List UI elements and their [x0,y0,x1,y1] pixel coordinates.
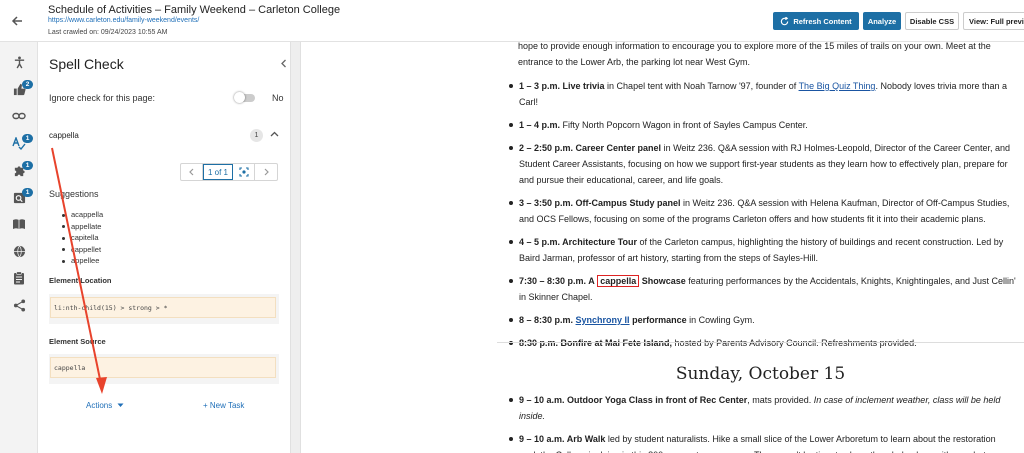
list-item: 8 – 8:30 p.m. Synchrony II performance i… [506,312,1016,328]
ignore-check-label: Ignore check for this page: [49,93,156,103]
globe-icon [13,245,25,257]
clipboard-icon [14,271,24,285]
accessibility-icon [14,55,24,68]
ignore-check-value: No [272,93,284,103]
list-item: 1 – 3 p.m. Live trivia in Chapel tent wi… [506,78,1016,110]
rail-item-accessibility[interactable] [0,50,38,74]
view-mode-select[interactable]: View: Full previ [963,12,1024,30]
rail-item-policies[interactable]: 1 [0,185,38,209]
caret-down-icon [117,403,124,407]
chevron-up-icon[interactable] [270,129,279,139]
spell-check-panel: Spell Check Ignore check for this page: … [38,42,290,453]
rail-item-quality[interactable]: 2 [0,77,38,101]
page-preview: hope to provide enough information to en… [301,42,1024,453]
rail-item-readability[interactable] [0,212,38,236]
saturday-schedule-list: 1 – 3 p.m. Live trivia in Chapel tent wi… [506,78,1016,358]
suggestion-item[interactable]: appellee [60,255,103,267]
app-window: Schedule of Activities – Family Weekend … [0,0,1024,453]
suggestion-item[interactable]: cappellet [60,244,103,256]
rail-item-tasks[interactable] [0,266,38,290]
actions-dropdown-button[interactable]: Actions [86,401,124,410]
new-task-button[interactable]: + New Task [203,401,244,410]
list-item: 1 – 4 p.m. Fifty North Popcorn Wagon in … [506,117,1016,133]
book-icon [13,219,25,229]
big-quiz-thing-link[interactable]: The Big Quiz Thing [799,81,876,91]
occurrence-position: 1 of 1 [203,164,233,180]
rail-badge: 1 [22,188,33,197]
refresh-content-button[interactable]: Refresh Content [773,12,859,30]
rail-badge: 1 [22,134,33,143]
share-icon [13,298,25,312]
toggle-knob [234,92,245,103]
collapse-panel-button[interactable] [276,56,290,70]
last-crawled-text: Last crawled on: 09/24/2023 10:55 AM [48,29,168,36]
locate-occurrence-button[interactable] [233,164,255,180]
arrow-left-icon [11,16,22,26]
suggestions-list: acappella appellate capitella cappellet … [60,209,103,267]
element-source-label: Element Source [49,337,106,346]
list-item: 7:30 – 8:30 p.m. A cappella Showcase fea… [506,273,1016,305]
element-location-label: Element Location [49,276,112,285]
element-source-code: cappella [50,357,276,378]
rail-badge: 1 [22,161,33,170]
target-icon [238,167,249,177]
rail-item-web[interactable] [0,239,38,263]
actions-label: Actions [86,401,113,410]
list-item: 9 – 10 a.m. Arb Walk led by student natu… [506,431,1016,453]
suggestion-item[interactable]: acappella [60,209,103,221]
suggestions-heading: Suggestions [49,189,99,199]
page-title: Schedule of Activities – Family Weekend … [48,4,341,16]
list-item: 3 – 3:50 p.m. Off-Campus Study panel in … [506,195,1016,227]
misspelled-word: cappella [49,131,79,140]
section-divider [497,342,1024,343]
back-button[interactable] [6,10,28,32]
analyze-button[interactable]: Analyze [863,12,901,30]
top-bar: Schedule of Activities – Family Weekend … [0,0,1024,42]
sunday-schedule-list: 9 – 10 a.m. Outdoor Yoga Class in front … [506,392,1016,453]
chevron-right-icon [264,168,269,176]
rail-item-share[interactable] [0,293,38,317]
list-item: 9 – 10 a.m. Outdoor Yoga Class in front … [506,392,1016,424]
misspelled-word-row[interactable]: cappella 1 [38,124,290,148]
list-item: 8:30 p.m. Bonfire at Mai Fete Island, ho… [506,335,1016,351]
chevron-left-icon [280,59,286,67]
disable-css-button[interactable]: Disable CSS [905,12,959,30]
link-icon [12,112,26,120]
page-url-link[interactable]: https://www.carleton.edu/family-weekend/… [48,17,199,24]
list-item: 4 – 5 p.m. Architecture Tour of the Carl… [506,234,1016,266]
rail-badge: 2 [22,80,33,89]
occurrence-count-badge: 1 [250,129,263,142]
rail-item-extensions[interactable]: 1 [0,158,38,182]
intro-paragraph: hope to provide enough information to en… [518,42,991,67]
synchrony-link[interactable]: Synchrony II [576,315,630,325]
list-item: 2 – 2:50 p.m. Career Center panel in Wei… [506,140,1016,188]
ignore-check-toggle[interactable] [234,92,255,103]
element-location-code: li:nth-child(15) > strong > * [50,297,276,318]
day-heading: Sunday, October 15 [675,364,846,384]
previous-occurrence-button[interactable] [181,164,203,180]
refresh-icon [781,16,789,25]
highlighted-misspelling[interactable]: cappella [597,275,640,287]
occurrence-pager: 1 of 1 [180,163,278,181]
rail-item-links[interactable] [0,104,38,128]
rail-item-spell-check[interactable]: 1 [0,131,38,155]
suggestion-item[interactable]: appellate [60,221,103,233]
refresh-label: Refresh Content [793,16,852,26]
left-icon-rail: 2 1 1 1 [0,42,38,453]
chevron-left-icon [189,168,194,176]
panel-divider[interactable] [290,42,301,453]
element-location-box: li:nth-child(15) > strong > * [49,294,279,324]
panel-title: Spell Check [49,56,124,72]
suggestion-item[interactable]: capitella [60,232,103,244]
next-occurrence-button[interactable] [255,164,277,180]
element-source-box: cappella [49,354,279,384]
